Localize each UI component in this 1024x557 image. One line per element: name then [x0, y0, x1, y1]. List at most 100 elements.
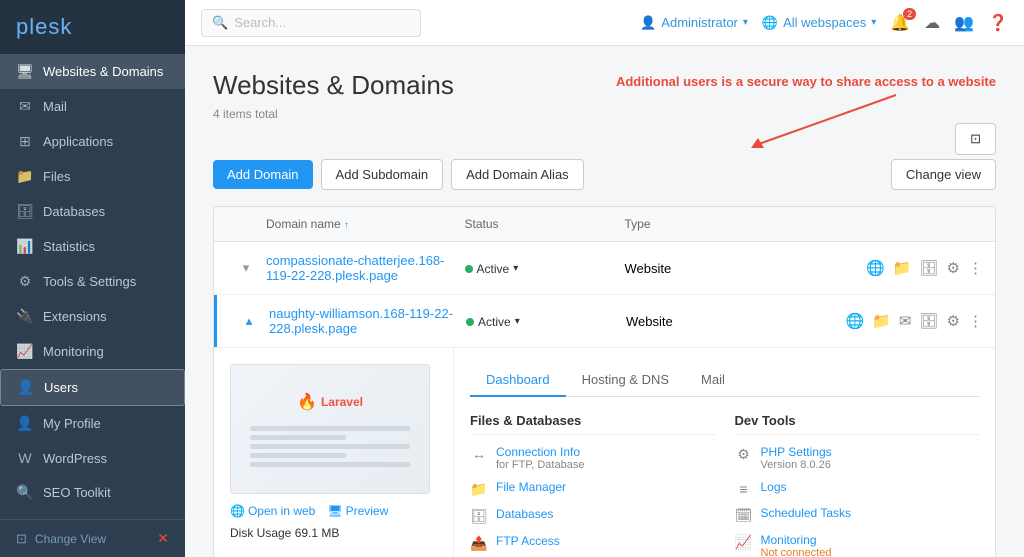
sidebar-item-extensions[interactable]: 🔌 Extensions [0, 299, 185, 334]
expand-button[interactable]: ⊡ [955, 123, 996, 155]
settings-icon-2[interactable]: ⚙ [947, 312, 960, 330]
folder-icon[interactable]: 📁 [893, 259, 912, 277]
preview-line-3 [250, 462, 410, 467]
sidebar-item-label: My Profile [43, 416, 101, 431]
logs-title[interactable]: Logs [761, 480, 787, 494]
cloud-button[interactable]: ☁ [924, 13, 940, 33]
row-actions: 🌐 📁 🗄 ⚙ ⋮ [785, 259, 984, 277]
domain-name-header[interactable]: Domain name ↑ [266, 217, 465, 231]
sidebar: plesk 🖥 Websites & Domains ✉ Mail ⊞ Appl… [0, 0, 185, 557]
row-collapse-btn[interactable]: ▴ [229, 313, 269, 329]
monitoring-status: Not connected [761, 547, 832, 557]
tab-dashboard[interactable]: Dashboard [470, 364, 566, 397]
change-view-button[interactable]: Change view [891, 159, 996, 190]
sidebar-item-seo-toolkit[interactable]: 🔍 SEO Toolkit [0, 475, 185, 510]
mail-icon-2[interactable]: ✉ [899, 312, 912, 330]
sidebar-item-users[interactable]: 👤 Users [0, 369, 185, 406]
help-button[interactable]: ❓ [988, 13, 1008, 33]
globe-icon[interactable]: 🌐 [866, 259, 885, 277]
sidebar-item-mail[interactable]: ✉ Mail [0, 89, 185, 124]
row-expand-btn[interactable]: ▾ [226, 260, 266, 276]
tabs-content: Files & Databases ↔ Connection Info for … [470, 413, 979, 557]
status-cell: Active ▾ [465, 261, 625, 276]
type-header: Type [625, 217, 785, 231]
file-manager-title[interactable]: File Manager [496, 480, 566, 494]
connection-title[interactable]: Connection Info [496, 445, 584, 459]
monitoring-title[interactable]: Monitoring [761, 533, 832, 547]
more-icon[interactable]: ⋮ [968, 259, 983, 277]
feature-file-manager: 📁 File Manager [470, 480, 715, 498]
sidebar-item-applications[interactable]: ⊞ Applications [0, 124, 185, 159]
domain-name-2[interactable]: naughty-williamson.168-119-22-228.plesk.… [269, 306, 466, 336]
feature-logs: ≡ Logs [735, 480, 980, 497]
ftp-title[interactable]: FTP Access [496, 534, 560, 548]
domain-name[interactable]: compassionate-chatterjee.168-119-22-228.… [266, 253, 465, 283]
sidebar-item-databases[interactable]: 🗄 Databases [0, 194, 185, 229]
preview-link[interactable]: 🖥 Preview [327, 504, 388, 518]
sidebar-item-statistics[interactable]: 📊 Statistics [0, 229, 185, 264]
disk-usage: Disk Usage 69.1 MB [230, 526, 437, 540]
status-badge-2[interactable]: Active ▾ [466, 315, 520, 329]
users-button[interactable]: 👥 [954, 13, 974, 33]
open-in-web-link[interactable]: 🌐 Open in web [230, 504, 315, 518]
sidebar-item-label: Monitoring [43, 344, 104, 359]
tooltip-message: Additional users is a secure way to shar… [616, 74, 996, 89]
sidebar-item-websites-domains[interactable]: 🖥 Websites & Domains [0, 54, 185, 89]
extensions-icon: 🔌 [16, 308, 34, 325]
db-icon[interactable]: 🗄 [920, 259, 939, 277]
dev-tools-heading: Dev Tools [735, 413, 980, 435]
tab-mail[interactable]: Mail [685, 364, 741, 397]
table-header: Domain name ↑ Status Type [214, 207, 995, 242]
sidebar-item-label: Extensions [43, 309, 107, 324]
php-icon: ⚙ [735, 446, 753, 463]
tasks-title[interactable]: Scheduled Tasks [761, 506, 852, 520]
annotation-arrow [736, 90, 936, 150]
feature-ftp: 📤 FTP Access [470, 534, 715, 552]
sidebar-item-my-profile[interactable]: 👤 My Profile [0, 406, 185, 441]
connection-subtitle: for FTP, Database [496, 459, 584, 471]
sidebar-item-wordpress[interactable]: W WordPress [0, 441, 185, 475]
notifications-button[interactable]: 🔔 2 [890, 13, 910, 33]
sidebar-item-label: Databases [43, 204, 105, 219]
sidebar-item-laravel[interactable]: L Laravel [0, 510, 185, 519]
feature-monitoring: 📈 Monitoring Not connected [735, 533, 980, 557]
workspace-label: All webspaces [783, 15, 866, 30]
folder-icon-2[interactable]: 📁 [872, 312, 891, 330]
collapse-col [226, 217, 266, 231]
status-badge[interactable]: Active ▾ [465, 262, 519, 276]
change-view-button[interactable]: ⊡ Change View ✕ [0, 519, 185, 557]
settings-icon[interactable]: ⚙ [947, 259, 960, 277]
databases-title[interactable]: Databases [496, 507, 553, 521]
topbar-user[interactable]: 👤 Administrator ▾ [640, 15, 748, 31]
main-content: 🔍 Search... 👤 Administrator ▾ 🌐 All webs… [185, 0, 1024, 557]
sidebar-item-label: Statistics [43, 239, 95, 254]
change-view-icon: ⊡ [16, 531, 27, 547]
preview-line [250, 426, 410, 431]
sidebar-item-label: SEO Toolkit [43, 485, 111, 500]
more-icon-2[interactable]: ⋮ [968, 312, 983, 330]
monitoring-icon: 📈 [16, 343, 34, 360]
status-chevron-2: ▾ [515, 316, 520, 327]
php-title[interactable]: PHP Settings [761, 445, 832, 459]
add-domain-alias-button[interactable]: Add Domain Alias [451, 159, 584, 190]
search-box[interactable]: 🔍 Search... [201, 9, 421, 37]
db-icon-2[interactable]: 🗄 [920, 312, 939, 330]
tab-hosting-dns[interactable]: Hosting & DNS [566, 364, 685, 397]
logs-icon: ≡ [735, 481, 753, 497]
close-icon[interactable]: ✕ [157, 530, 169, 547]
topbar-workspace[interactable]: 🌐 All webspaces ▾ [762, 15, 876, 31]
sidebar-item-monitoring[interactable]: 📈 Monitoring [0, 334, 185, 369]
user-label: Administrator [661, 15, 738, 30]
add-subdomain-button[interactable]: Add Subdomain [321, 159, 444, 190]
sidebar-item-label: Mail [43, 99, 67, 114]
sidebar-item-files[interactable]: 📁 Files [0, 159, 185, 194]
globe-icon-2[interactable]: 🌐 [846, 312, 865, 330]
add-domain-button[interactable]: Add Domain [213, 160, 313, 189]
preview-image: 🔥 Laravel [230, 364, 430, 494]
preview-actions: 🌐 Open in web 🖥 Preview [230, 504, 437, 518]
tabs-nav: Dashboard Hosting & DNS Mail [470, 364, 979, 397]
ftp-icon: 📤 [470, 535, 488, 552]
sidebar-item-tools-settings[interactable]: ⚙ Tools & Settings [0, 264, 185, 299]
search-icon: 🔍 [212, 15, 228, 31]
databases-icon2: 🗄 [470, 508, 488, 525]
